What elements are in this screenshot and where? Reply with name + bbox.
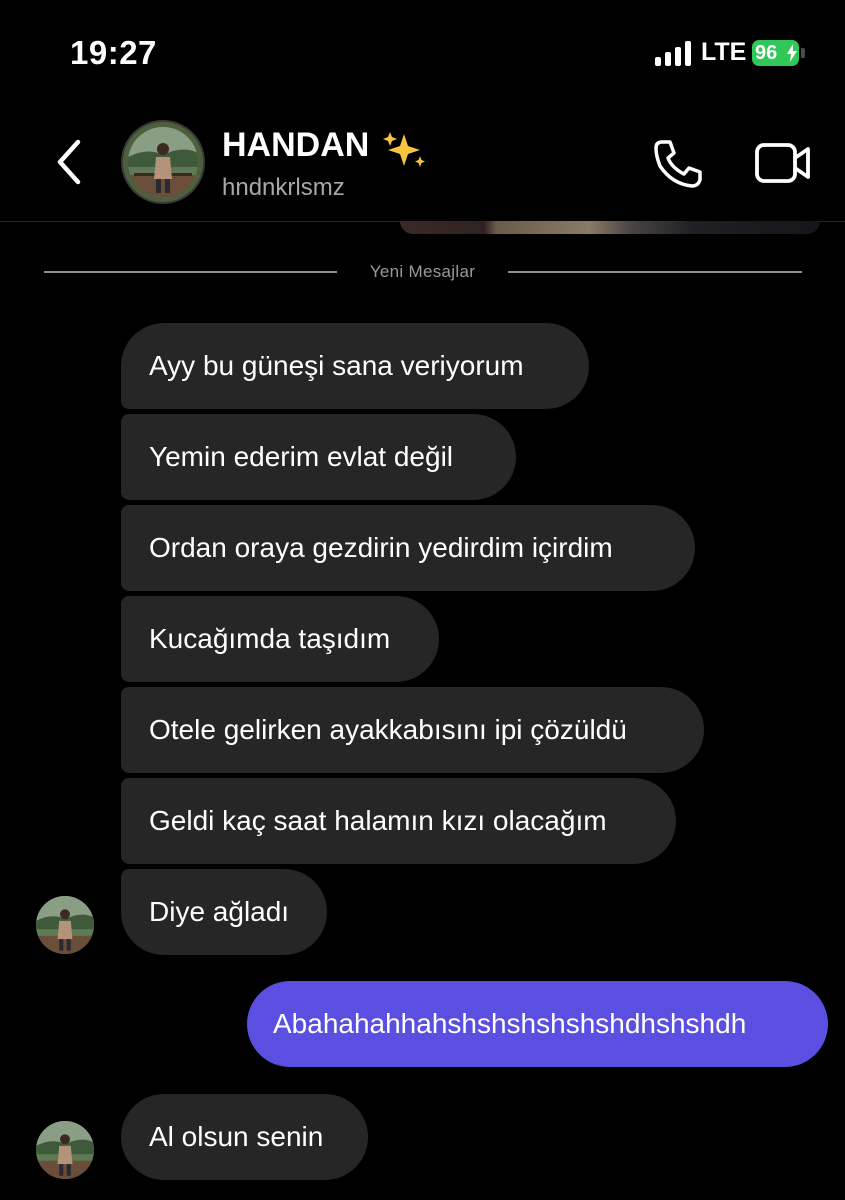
phone-icon[interactable] — [652, 138, 704, 190]
cellular-signal-icon — [655, 40, 693, 66]
battery-cap — [801, 48, 805, 58]
sender-avatar[interactable] — [36, 896, 94, 954]
message-bubble-sent[interactable]: Abahahahhahshshshshshshdhshshdh — [247, 981, 828, 1067]
contact-name[interactable]: HANDAN — [222, 126, 369, 165]
message-text: Otele gelirken ayakkabısını ipi çözüldü — [149, 714, 627, 745]
message-bubble-received[interactable]: Kucağımda taşıdım — [121, 596, 439, 682]
message-text: Kucağımda taşıdım — [149, 623, 391, 654]
contact-avatar[interactable] — [121, 120, 205, 204]
message-text: Abahahahhahshshshshshshdhshshdh — [273, 1008, 747, 1039]
avatar-photo — [36, 1121, 94, 1179]
clock: 19:27 — [70, 34, 157, 71]
new-messages-divider: Yeni Mesajlar — [369, 262, 476, 281]
chat-header: HANDAN hndnkrlsmz — [0, 100, 845, 222]
message-text: Ayy bu güneşi sana veriyorum — [149, 350, 524, 381]
sparkles-icon — [383, 132, 425, 167]
avatar-photo — [36, 896, 94, 954]
network-type: LTE — [701, 38, 747, 66]
previous-image-message[interactable] — [400, 221, 820, 234]
message-bubble-received[interactable]: Ayy bu güneşi sana veriyorum — [121, 323, 589, 409]
message-text: Diye ağladı — [149, 896, 290, 927]
sender-avatar[interactable] — [36, 1121, 94, 1179]
message-bubble-received[interactable]: Al olsun senin — [121, 1094, 368, 1180]
message-bubble-received[interactable]: Diye ağladı — [121, 869, 327, 955]
video-camera-icon[interactable] — [755, 142, 811, 184]
chevron-left-icon[interactable] — [50, 137, 90, 187]
message-bubble-received[interactable]: Geldi kaç saat halamın kızı olacağım — [121, 778, 676, 864]
message-text: Geldi kaç saat halamın kızı olacağım — [149, 805, 607, 836]
message-text: Yemin ederim evlat değil — [149, 441, 454, 472]
battery-level: 96 — [755, 42, 778, 64]
battery-icon: 96 — [752, 40, 799, 66]
message-text: Ordan oraya gezdirin yedirdim içirdim — [149, 532, 613, 563]
status-bar: 19:27 LTE 96 — [0, 0, 845, 100]
message-bubble-received[interactable]: Yemin ederim evlat değil — [121, 414, 516, 500]
message-text: Al olsun senin — [149, 1121, 324, 1152]
message-bubble-received[interactable]: Otele gelirken ayakkabısını ipi çözüldü — [121, 687, 704, 773]
contact-username[interactable]: hndnkrlsmz — [222, 174, 345, 202]
message-bubble-received[interactable]: Ordan oraya gezdirin yedirdim içirdim — [121, 505, 695, 591]
charging-bolt-icon — [787, 44, 797, 62]
